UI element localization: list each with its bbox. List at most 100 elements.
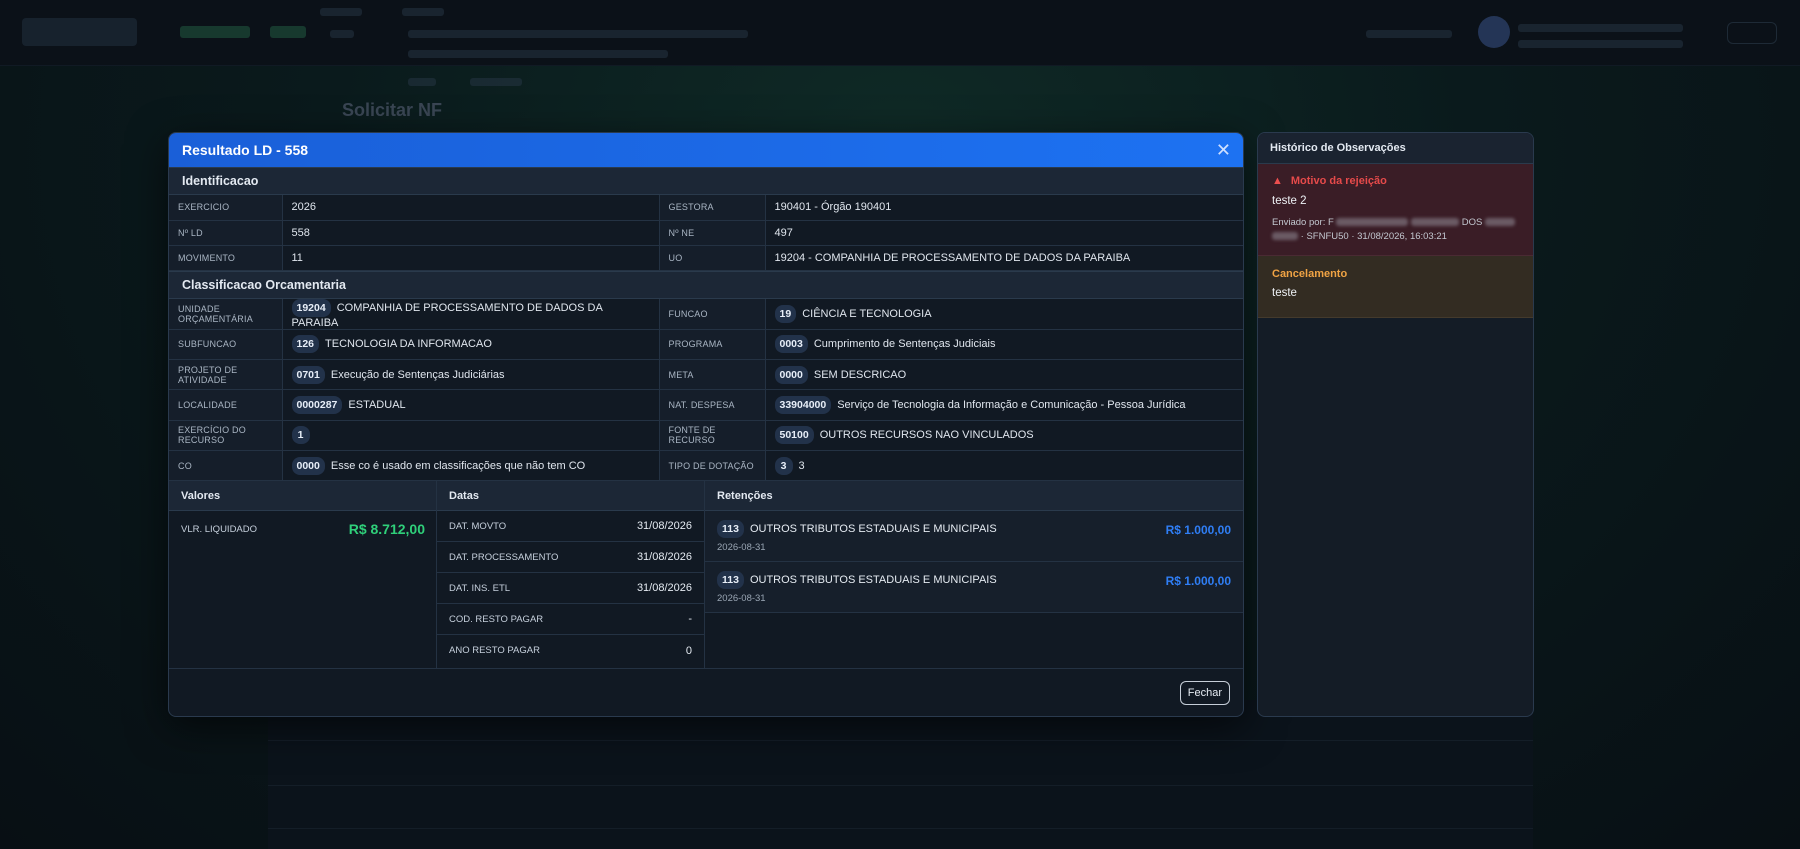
field-value: 11 xyxy=(282,245,660,271)
table-row: SUBFUNCAO 126 TECNOLOGIA DA INFORMACAO PROG… xyxy=(169,329,1243,360)
rejeicao-meta-suffix: · SFNFU50 · 31/08/2026, 16:03:21 xyxy=(1300,231,1447,242)
field-label: EXERCICIO xyxy=(169,195,283,221)
tab-item xyxy=(408,78,436,86)
app-logo xyxy=(22,18,137,46)
date-label: DAT. PROCESSAMENTO xyxy=(449,551,559,563)
field-label: TIPO DE DOTAÇÃO xyxy=(659,450,766,482)
fechar-button[interactable]: Fechar xyxy=(1179,680,1230,705)
field-text: Esse co é usado em classificações que nã… xyxy=(330,459,586,472)
topbar-text xyxy=(408,30,748,38)
close-icon[interactable]: ✕ xyxy=(1216,141,1231,159)
field-text: 3 xyxy=(798,459,805,472)
valor-amount: R$ 8.712,00 xyxy=(348,521,425,538)
topbar-text xyxy=(402,8,444,16)
modal-title: Resultado LD - 558 xyxy=(182,142,309,158)
field-label: GESTORA xyxy=(659,195,766,221)
date-value: 31/08/2026 xyxy=(636,520,692,533)
modal-footer: Fechar xyxy=(169,669,1243,716)
table-row: Nº LD 558 Nº NE 497 xyxy=(169,220,1243,246)
table-row xyxy=(268,785,1533,786)
topbar-text xyxy=(320,8,362,16)
code-badge: 0000 xyxy=(291,456,325,475)
retencao-header: 113 OUTROS TRIBUTOS ESTADUAIS E MUNICIPAI… xyxy=(717,520,1231,539)
result-modal: Resultado LD - 558 ✕ Identificacao EXERC… xyxy=(168,132,1244,717)
field-value: 33 xyxy=(765,450,1243,482)
field-value: 0000287 ESTADUAL xyxy=(282,389,660,421)
date-label: COD. RESTO PAGAR xyxy=(449,613,544,625)
code-badge: 1 xyxy=(291,426,310,445)
bottom-panels: Valores VLR. LIQUIDADO R$ 8.712,00 Datas… xyxy=(169,481,1243,670)
code-badge: 50100 xyxy=(774,426,814,445)
field-label: MOVIMENTO xyxy=(169,245,283,271)
field-label: SUBFUNCAO xyxy=(169,329,283,360)
section-identificacao-title: Identificacao xyxy=(169,167,1243,195)
code-badge: 126 xyxy=(291,335,320,354)
table-row: PROJETO DE ATIVIDADE 0701 Execução de Sent… xyxy=(169,359,1243,391)
retencao-item: 113 OUTROS TRIBUTOS ESTADUAIS E MUNICIPAI… xyxy=(705,562,1243,614)
date-row: ANO RESTO PAGAR 0 xyxy=(437,635,704,666)
field-label: FONTE DE RECURSO xyxy=(659,420,766,452)
field-text: TECNOLOGIA DA INFORMACAO xyxy=(325,338,492,351)
field-value: 19204 - COMPANHIA DE PROCESSAMENTO DE DA… xyxy=(765,245,1243,271)
field-label: META xyxy=(659,359,766,391)
field-label: PROGRAMA xyxy=(659,329,766,360)
table-row: MOVIMENTO 11 UO 19204 - COMPANHIA DE PROCES… xyxy=(169,245,1243,271)
field-label: NAT. DESPESA xyxy=(659,389,766,421)
table-row xyxy=(268,828,1533,829)
field-text: Cumprimento de Sentenças Judiciais xyxy=(813,338,996,351)
code-badge: 0000 xyxy=(774,365,808,384)
field-value: 0000 SEM DESCRICAO xyxy=(765,359,1243,391)
field-value: 126 TECNOLOGIA DA INFORMACAO xyxy=(282,329,660,360)
datas-panel: Datas DAT. MOVTO 31/08/2026 DAT. PROCESSAM… xyxy=(437,481,705,669)
background-table xyxy=(268,700,1533,849)
date-row: DAT. INS. ETL 31/08/2026 xyxy=(437,573,704,605)
retencao-amount: R$ 1.000,00 xyxy=(1165,523,1231,538)
tab-item xyxy=(470,78,522,86)
code-badge: 19 xyxy=(774,304,797,323)
rejeicao-meta-mid: DOS xyxy=(1461,217,1483,228)
topbar-text xyxy=(1518,24,1683,32)
code-badge: 33904000 xyxy=(774,395,832,414)
retencao-date: 2026-08-31 xyxy=(717,542,766,554)
code-badge: 19204 xyxy=(291,298,331,317)
rejeicao-meta-prefix: Enviado por: F xyxy=(1272,217,1334,228)
date-value: - xyxy=(688,613,692,626)
date-label: ANO RESTO PAGAR xyxy=(449,645,540,657)
code-badge: 3 xyxy=(774,456,793,475)
field-label: Nº LD xyxy=(169,220,283,246)
rejeicao-card: ▲ Motivo da rejeição teste 2 Enviado por… xyxy=(1258,164,1533,256)
redacted-name xyxy=(1484,218,1515,227)
retencao-desc: OUTROS TRIBUTOS ESTADUAIS E MUNICIPAIS xyxy=(749,574,997,587)
field-value: 0000 Esse co é usado em classificações qu… xyxy=(282,450,660,482)
code-badge: 113 xyxy=(717,571,744,590)
field-text: CIÊNCIA E TECNOLOGIA xyxy=(802,307,932,320)
field-value: 558 xyxy=(282,220,660,246)
field-value: 19 CIÊNCIA E TECNOLOGIA xyxy=(765,298,1243,330)
retencoes-title: Retenções xyxy=(705,481,1243,512)
field-value: 190401 - Órgão 190401 xyxy=(765,195,1243,221)
cancelamento-card: Cancelamento teste xyxy=(1258,256,1533,318)
date-label: DAT. MOVTO xyxy=(449,520,507,532)
redacted-name xyxy=(1336,218,1409,227)
identificacao-table: EXERCICIO 2026 GESTORA 190401 - Órgão 19040… xyxy=(169,195,1243,271)
field-text: Execução de Sentenças Judiciárias xyxy=(330,368,505,381)
historico-panel: Histórico de Observações ▲ Motivo da rej… xyxy=(1257,132,1534,717)
page-title: Solicitar NF xyxy=(342,100,443,120)
date-row: COD. RESTO PAGAR - xyxy=(437,604,704,636)
section-classificacao-title: Classificacao Orcamentaria xyxy=(169,270,1243,299)
field-text: OUTROS RECURSOS NAO VINCULADOS xyxy=(819,429,1034,442)
warning-icon: ▲ xyxy=(1272,175,1283,187)
field-value: 0701 Execução de Sentenças Judiciárias xyxy=(282,359,660,391)
date-value: 31/08/2026 xyxy=(636,551,692,564)
valores-title: Valores xyxy=(169,481,436,512)
exit-button xyxy=(1727,22,1777,44)
field-value: 2026 xyxy=(282,195,660,221)
retencao-item: 113 OUTROS TRIBUTOS ESTADUAIS E MUNICIPAI… xyxy=(705,511,1243,563)
field-label: FUNCAO xyxy=(659,298,766,330)
classificacao-table: UNIDADE ORÇAMENTÁRIA 19204 COMPANHIA DE PR… xyxy=(169,298,1243,482)
table-row: EXERCÍCIO DO RECURSO 1 FONTE DE RECURSO 501… xyxy=(169,420,1243,452)
retencao-header: 113 OUTROS TRIBUTOS ESTADUAIS E MUNICIPAI… xyxy=(717,571,1231,590)
topbar-text xyxy=(1366,30,1452,38)
field-label: CO xyxy=(169,450,283,482)
rejeicao-meta: Enviado por: F DOS · SFNFU50 · 31/08/202… xyxy=(1272,216,1519,244)
